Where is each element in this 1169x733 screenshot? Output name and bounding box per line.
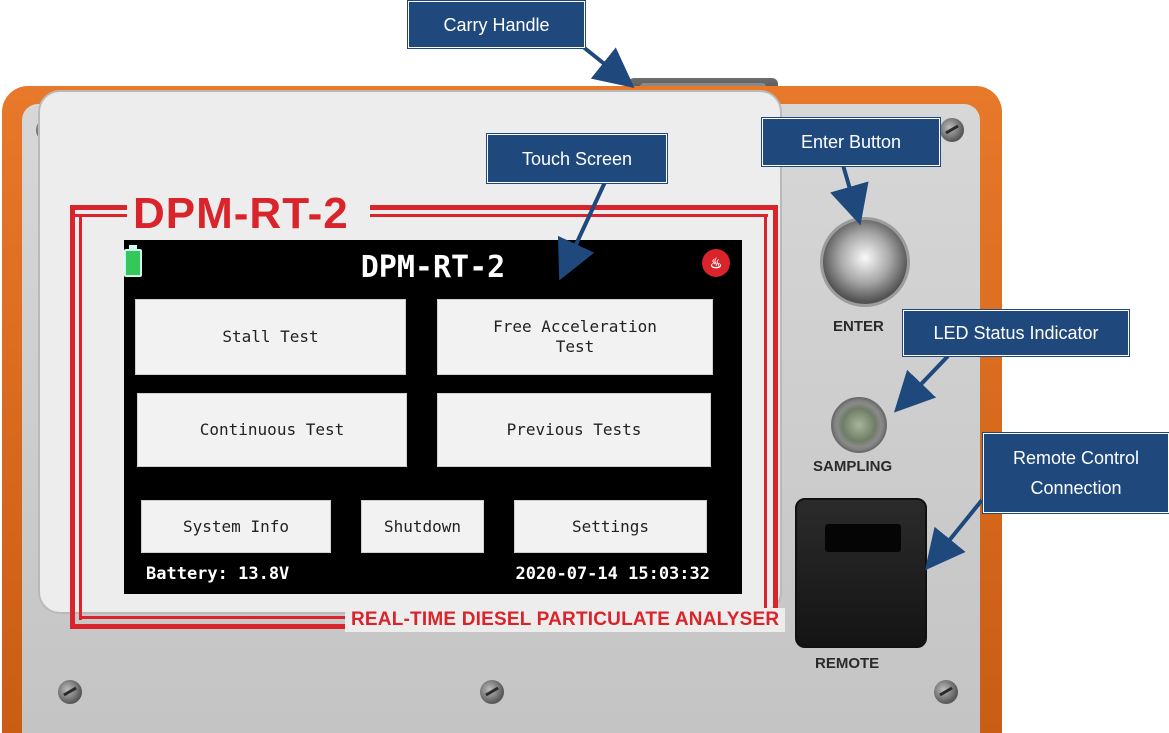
remote-control-connection-callout: Remote Control Connection <box>983 433 1169 513</box>
led-indicator-arrow <box>893 354 950 413</box>
led-status-indicator-callout: LED Status Indicator <box>903 310 1129 356</box>
remote-connection-arrow <box>924 498 984 571</box>
carry-handle-callout: Carry Handle <box>408 1 585 48</box>
callout-arrows <box>557 44 984 571</box>
enter-button-callout: Enter Button <box>762 118 940 166</box>
enter-button-arrow <box>830 164 869 226</box>
touch-screen-arrow <box>557 181 607 281</box>
carry-handle-arrow <box>580 44 635 88</box>
touch-screen-callout: Touch Screen <box>487 134 667 183</box>
